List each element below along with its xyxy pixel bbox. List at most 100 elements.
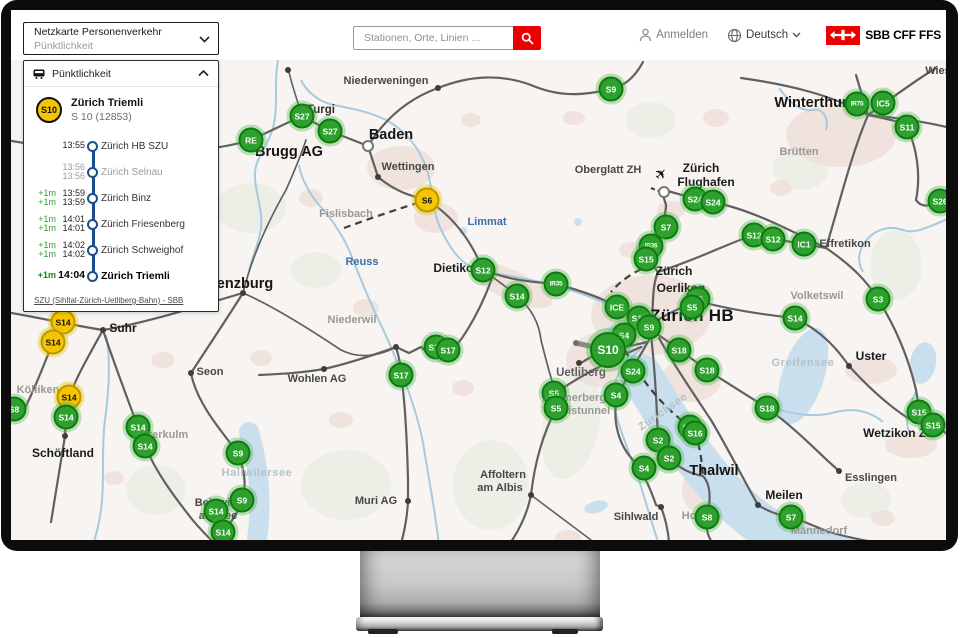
stop-station-name: Zürich Friesenberg: [99, 219, 185, 230]
line-badge-s5[interactable]: S5: [544, 396, 569, 421]
search-button[interactable]: [513, 26, 541, 50]
stop-marker: [85, 193, 99, 204]
line-badge-s15[interactable]: S15: [921, 413, 946, 438]
line-badge-ic1[interactable]: IC1: [792, 232, 817, 257]
line-badge-s14[interactable]: S14: [505, 284, 530, 309]
line-badge-s12[interactable]: S12: [761, 227, 786, 252]
map-city-label: Esslingen: [845, 472, 897, 484]
line-badge-s15[interactable]: S15: [634, 247, 659, 272]
map-city-label: Hallwilersee: [222, 467, 293, 479]
map-city-label: Thalwil: [689, 463, 738, 479]
line-badge-s7[interactable]: S7: [779, 505, 804, 530]
station-dot: [528, 492, 534, 498]
map-city-label: Affoltern: [480, 469, 526, 481]
map-city-label: Winterthur: [774, 95, 847, 111]
map-city-label: Uetliberg: [556, 367, 606, 379]
stop-marker-dot: [87, 193, 98, 204]
search-box: [353, 26, 541, 50]
line-badge-s5[interactable]: S5: [680, 295, 705, 320]
line-badge-s8[interactable]: S8: [695, 505, 720, 530]
line-badge-s9[interactable]: S9: [226, 441, 251, 466]
stop-time: 13:5913:59: [58, 189, 85, 208]
line-badge-s9[interactable]: S9: [599, 77, 624, 102]
line-badge-s17[interactable]: S17: [436, 338, 461, 363]
language-selector[interactable]: Deutsch: [727, 28, 801, 43]
line-badge-s4[interactable]: S4: [604, 383, 629, 408]
layer-dropdown[interactable]: Netzkarte Personenverkehr Pünktlichkeit: [23, 22, 219, 55]
station-dot: [188, 370, 194, 376]
train-name: Zürich Triemli: [71, 97, 143, 109]
map-city-label: Kölliken: [17, 384, 60, 396]
stop-station-name: Zürich Binz: [99, 193, 151, 204]
station-dot: [405, 498, 411, 504]
station-dot: [576, 360, 582, 366]
line-badge-s4[interactable]: S4: [632, 456, 657, 481]
station-dot: [321, 366, 327, 372]
operator-link[interactable]: SZU (Sihltal-Zürich-Uetliberg-Bahn) - SB…: [34, 296, 183, 305]
stops-timeline: 13:55Zürich HB SZU13:5613:56Zürich Selna…: [28, 133, 214, 289]
stop-marker-dot: [87, 245, 98, 256]
line-badge-s24[interactable]: S24: [701, 190, 726, 215]
line-badge-re[interactable]: RE: [239, 128, 264, 153]
stop-marker-dot: [87, 219, 98, 230]
stop-marker-dot: [87, 167, 98, 178]
panel-collapse-header[interactable]: Pünktlichkeit: [24, 61, 218, 87]
line-badge-s14[interactable]: S14: [133, 434, 158, 459]
line-badge-s14[interactable]: S14: [54, 405, 79, 430]
line-badge-s12[interactable]: S12: [471, 258, 496, 283]
language-label: Deutsch: [746, 29, 788, 41]
sbb-logo: SBB CFF FFS: [826, 26, 941, 45]
line-badge-s24[interactable]: S24: [621, 359, 646, 384]
train-icon: [33, 69, 45, 79]
map-city-label: Oberglatt ZH: [575, 164, 642, 176]
timeline-stop-row: 13:55Zürich HB SZU: [28, 133, 214, 159]
line-badge-s16[interactable]: S16: [683, 421, 708, 446]
line-badge-s26[interactable]: S26: [928, 189, 947, 214]
stop-time: 14:0214:02: [58, 241, 85, 260]
map-city-label: Wettingen: [382, 161, 435, 173]
line-badge-s10[interactable]: S10: [590, 332, 626, 368]
line-badge-s14[interactable]: S14: [783, 306, 808, 331]
login-button[interactable]: Anmelden: [639, 28, 708, 42]
line-badge-ic5[interactable]: IC5: [871, 91, 896, 116]
monitor-stand-neck: [360, 551, 600, 617]
line-badge-ir35[interactable]: IR35: [544, 272, 569, 297]
line-badge-s11[interactable]: S11: [895, 115, 920, 140]
line-badge-s3[interactable]: S3: [866, 287, 891, 312]
map-city-label: Zürich: [656, 264, 693, 278]
line-badge-s6[interactable]: S6: [415, 188, 440, 213]
stop-delay: +1m: [28, 271, 56, 281]
stop-marker: [85, 271, 99, 282]
line-badge-s14[interactable]: S14: [211, 520, 236, 541]
line-badge-ir75[interactable]: IR75: [845, 92, 870, 117]
station-ring: [658, 186, 670, 198]
line-badge-s9[interactable]: S9: [637, 315, 662, 340]
search-icon: [521, 32, 534, 45]
line-badge-s9[interactable]: S9: [230, 488, 255, 513]
map-city-label: enzburg: [217, 276, 273, 292]
timeline-stop-row: +1m14:04Zürich Triemli: [28, 263, 214, 289]
line-badge-s2[interactable]: S2: [657, 446, 682, 471]
map-city-label: Schöftland: [32, 446, 94, 460]
header-right: Anmelden Deutsch SBB CFF FFS: [639, 10, 941, 60]
line-badge-s18[interactable]: S18: [667, 338, 692, 363]
map-city-label: Sihlwald: [614, 511, 659, 523]
timeline-stop-row: 13:5613:56Zürich Selnau: [28, 159, 214, 185]
train-line-badge: S10: [36, 97, 62, 123]
stop-station-name: Zürich Selnau: [99, 167, 163, 178]
train-info: S10 Zürich Triemli S 10 (12853): [36, 97, 143, 123]
station-dot: [62, 433, 68, 439]
map-city-label: Brugg AG: [255, 144, 323, 160]
line-badge-s27[interactable]: S27: [318, 119, 343, 144]
line-badge-s18[interactable]: S18: [755, 396, 780, 421]
line-badge-s14[interactable]: S14: [41, 330, 66, 355]
line-badge-s27[interactable]: S27: [290, 104, 315, 129]
line-badge-s18[interactable]: S18: [695, 358, 720, 383]
search-input[interactable]: [353, 26, 513, 50]
globe-icon: [727, 28, 742, 43]
line-badge-s17[interactable]: S17: [389, 363, 414, 388]
sbb-logo-text: SBB CFF FFS: [865, 28, 941, 42]
map-city-label: Seon: [197, 366, 224, 378]
punctuality-panel: Pünktlichkeit S10 Zürich Triemli S 10 (1…: [23, 60, 219, 312]
stop-marker: [85, 219, 99, 230]
